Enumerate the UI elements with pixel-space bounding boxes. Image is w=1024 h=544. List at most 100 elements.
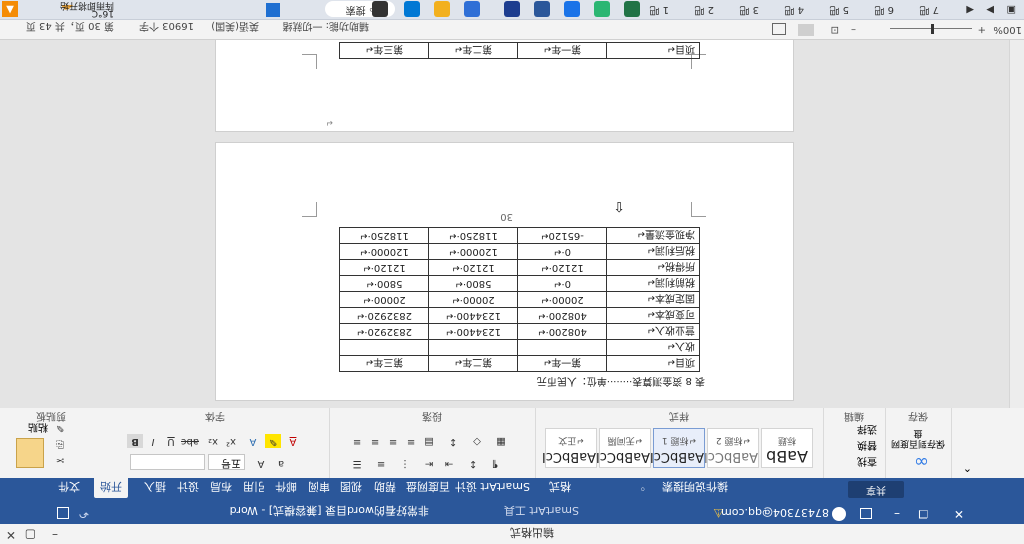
- style-heading-1[interactable]: AaBbCcI ↵标题 1: [650, 428, 705, 468]
- table-cell[interactable]: 20000·↵: [428, 291, 518, 308]
- style-normal[interactable]: AaBbCcI ↵正文: [542, 428, 597, 468]
- browser-tab[interactable]: 1 吧: [649, 1, 669, 17]
- bullets-icon[interactable]: ☰: [349, 456, 365, 470]
- vertical-scrollbar[interactable]: [1009, 40, 1024, 408]
- justify-icon[interactable]: ≡: [403, 434, 419, 448]
- zoom-out-button[interactable]: –: [851, 24, 856, 35]
- table-cell[interactable]: 408200·↵: [517, 323, 607, 340]
- table-cell[interactable]: 118250·↵: [428, 227, 518, 244]
- tab-file[interactable]: 文件: [58, 479, 80, 495]
- superscript-icon[interactable]: x²: [223, 434, 239, 448]
- accessibility-status[interactable]: 辅助功能: 一切就绪: [282, 20, 369, 35]
- ribbon-collapse-icon[interactable]: ⌃: [963, 461, 972, 474]
- browser-2-icon[interactable]: [624, 1, 640, 17]
- browser-tab[interactable]: 3 吧: [739, 1, 759, 17]
- tabs-left-arrow-icon[interactable]: ◀: [966, 1, 974, 17]
- chrome-icon[interactable]: [534, 1, 550, 17]
- style-no-spacing[interactable]: AaBbCcI ↵无间隔: [596, 428, 651, 468]
- table-row-label[interactable]: 税后利润↵: [606, 243, 700, 260]
- borders-icon[interactable]: ▦: [493, 434, 509, 448]
- store-icon[interactable]: [464, 1, 480, 17]
- distributed-icon[interactable]: ▤: [421, 434, 437, 448]
- table-cell[interactable]: [339, 339, 429, 356]
- baidu-netdisk-icon[interactable]: ∞: [914, 451, 929, 472]
- grow-font-icon[interactable]: A: [253, 456, 269, 470]
- table-cell[interactable]: 120000·↵: [428, 243, 518, 260]
- zoom-level[interactable]: 100%: [993, 24, 1022, 35]
- minimize-button[interactable]: –: [52, 528, 58, 542]
- table-cell[interactable]: 2832920·↵: [339, 307, 429, 324]
- font-color-icon[interactable]: A: [285, 434, 301, 448]
- bold-icon[interactable]: B: [127, 434, 143, 448]
- excel-app-icon[interactable]: [594, 1, 610, 17]
- close-button[interactable]: ✕: [6, 528, 16, 542]
- strikethrough-icon[interactable]: abc: [181, 434, 199, 448]
- zoom-slider-thumb[interactable]: [931, 24, 934, 34]
- table-row-label[interactable]: 项目↵: [606, 355, 700, 372]
- font-name-box[interactable]: [130, 454, 205, 470]
- save-to-baidu-button[interactable]: 保存到百度网盘: [891, 428, 945, 448]
- table-cell[interactable]: 第三年↵: [339, 42, 429, 59]
- print-layout-icon[interactable]: [798, 24, 814, 36]
- table-cell[interactable]: 1234400·↵: [428, 307, 518, 324]
- text-effects-icon[interactable]: A: [245, 434, 261, 448]
- weather-widget[interactable]: 16°C 阵雨即将开始: [60, 0, 114, 18]
- table-cell[interactable]: [517, 339, 607, 356]
- restore-button[interactable]: ▢: [25, 528, 36, 542]
- shading-icon[interactable]: ◇: [469, 434, 485, 448]
- tab-layout[interactable]: 布局: [210, 479, 232, 495]
- ribbon-display-icon[interactable]: [860, 508, 872, 519]
- file-explorer-icon[interactable]: [404, 1, 420, 17]
- web-layout-icon[interactable]: ⊡: [831, 24, 839, 35]
- share-button[interactable]: 共享: [848, 481, 904, 498]
- tab-insert[interactable]: 插入: [144, 479, 166, 495]
- table-row-label[interactable]: 税前利润↵: [606, 275, 700, 292]
- tab-view[interactable]: 视图: [340, 479, 362, 495]
- increase-indent-icon[interactable]: ⇥: [441, 456, 457, 470]
- notification-icon[interactable]: ▣: [1007, 1, 1016, 17]
- table-cell[interactable]: 20000·↵: [339, 291, 429, 308]
- table-row-label[interactable]: 净现金流量↵: [606, 227, 700, 244]
- browser-tab[interactable]: 5 吧: [829, 1, 849, 17]
- page-count[interactable]: 第 30 页，共 43 页: [26, 20, 114, 35]
- select-button[interactable]: 选择: [857, 423, 877, 438]
- tab-review[interactable]: 审阅: [308, 479, 330, 495]
- table-row-label[interactable]: 固定成本↵: [606, 291, 700, 308]
- language-indicator[interactable]: 英语(美国): [211, 20, 259, 35]
- edge-icon[interactable]: [564, 1, 580, 17]
- word-app-icon[interactable]: [504, 1, 520, 17]
- table-cell[interactable]: 第一年↵: [517, 355, 607, 372]
- close-icon[interactable]: ✕: [950, 507, 964, 521]
- account-email[interactable]: 87437304@qq.com: [721, 506, 829, 519]
- table-cell[interactable]: 第二年↵: [428, 42, 518, 59]
- table-cell[interactable]: [428, 339, 518, 356]
- italic-icon[interactable]: I: [145, 434, 161, 448]
- table-cell[interactable]: 1234400·↵: [428, 323, 518, 340]
- tab-baidu-netdisk[interactable]: 百度网盘: [406, 479, 450, 495]
- table-cell[interactable]: 12120·↵: [339, 259, 429, 276]
- show-marks-icon[interactable]: ¶: [487, 456, 503, 470]
- font-size-box[interactable]: 五号: [208, 454, 245, 470]
- align-center-icon[interactable]: ≡: [367, 434, 383, 448]
- underline-icon[interactable]: U: [163, 434, 179, 448]
- start-app-icon[interactable]: ▲: [2, 1, 18, 17]
- browser-icon[interactable]: [434, 1, 450, 17]
- table-cell[interactable]: 120000·↵: [339, 243, 429, 260]
- replace-button[interactable]: 替换: [857, 439, 877, 454]
- table-row-label[interactable]: 收入↵: [606, 339, 700, 356]
- tell-me-search[interactable]: 操作说明搜索: [662, 479, 728, 495]
- browser-tab[interactable]: 2 吧: [694, 1, 714, 17]
- multilevel-list-icon[interactable]: ⋮: [397, 456, 413, 470]
- table-cell[interactable]: 第一年↵: [517, 42, 607, 59]
- browser-tab[interactable]: 4 吧: [784, 1, 804, 17]
- table-cell[interactable]: 2832920·↵: [339, 323, 429, 340]
- style-heading-2[interactable]: AaBbCcI ↵标题 2: [704, 428, 759, 468]
- word-count[interactable]: 16903 个字: [139, 20, 194, 35]
- avatar[interactable]: [832, 507, 846, 521]
- table-cell[interactable]: 408200·↵: [517, 307, 607, 324]
- style-title[interactable]: AaBb 标题: [761, 428, 813, 468]
- browser-tab[interactable]: 6 吧: [874, 1, 894, 17]
- restore-icon[interactable]: ❐: [914, 506, 928, 520]
- align-right-icon[interactable]: ≡: [385, 434, 401, 448]
- table-cell[interactable]: 项目↵: [606, 42, 700, 59]
